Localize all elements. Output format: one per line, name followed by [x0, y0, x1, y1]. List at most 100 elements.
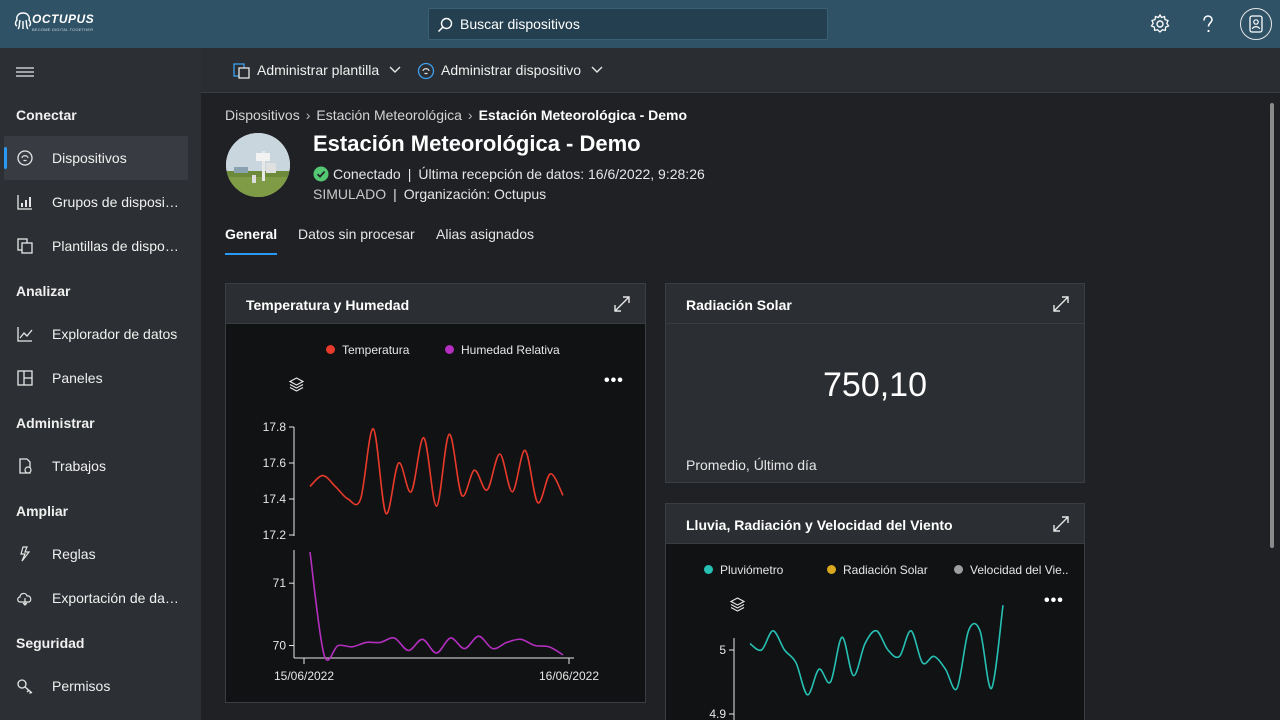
sidebar-item-label: Reglas — [52, 546, 96, 562]
rain-radiation-wind-card: Lluvia, Radiación y Velocidad del Viento… — [665, 503, 1085, 720]
y-tick-label: 4.9 — [709, 707, 726, 720]
rules-icon — [20, 546, 31, 562]
solar-radiation-card: Radiación Solar 750,10 Promedio, Último … — [665, 283, 1085, 483]
device-status-line: Conectado | Última recepción de datos: 16/… — [313, 166, 705, 182]
brand-name: OCTUPUS — [32, 12, 95, 26]
humidity-series-line — [309, 551, 564, 662]
device-mode: SIMULADO — [313, 186, 387, 202]
search-icon — [437, 17, 453, 33]
device-templates-icon — [17, 238, 33, 254]
sidebar-section-ampliar: Ampliar — [16, 503, 69, 519]
y-tick-label: 17.4 — [263, 492, 287, 506]
breadcrumb-item-dispositivos[interactable]: Dispositivos — [225, 107, 300, 123]
sidebar-section-seguridad: Seguridad — [16, 635, 85, 651]
sidebar-item-explorador[interactable]: Explorador de datos — [4, 312, 188, 356]
data-export-icon — [17, 592, 32, 606]
sidebar-item-label: Dispositivos — [52, 150, 127, 166]
solar-radiation-subtitle: Promedio, Último día — [686, 457, 817, 473]
sidebar-item-reglas[interactable]: Reglas — [4, 532, 188, 576]
x-tick-label: 16/06/2022 — [539, 669, 599, 683]
sidebar-item-label: Plantillas de dispositivos — [52, 238, 180, 254]
device-last-data: Última recepción de datos: 16/6/2022, 9:… — [418, 166, 705, 182]
chevron-down-icon — [591, 66, 603, 73]
y-tick-label: 17.2 — [263, 528, 287, 542]
sidebar-section-analizar: Analizar — [16, 283, 71, 299]
search-placeholder: Buscar dispositivos — [460, 16, 580, 32]
template-icon — [233, 63, 250, 79]
manage-template-label: Administrar plantilla — [257, 62, 380, 78]
solar-radiation-value: 750,10 — [823, 366, 927, 404]
y-tick-label: 5 — [719, 643, 726, 657]
dashboards-icon — [17, 370, 33, 386]
octopus-logo-icon — [14, 12, 32, 30]
separator-pipe: | — [393, 186, 397, 202]
help-icon[interactable] — [1196, 12, 1220, 36]
separator-pipe: | — [407, 166, 412, 182]
tab-alias-asignados[interactable]: Alias asignados — [436, 226, 534, 242]
breadcrumb-separator-icon: › — [305, 107, 311, 123]
sidebar-item-label: Exportación de datos — [52, 590, 180, 606]
y-tick-label: 71 — [273, 576, 287, 590]
sidebar-item-exportacion[interactable]: Exportación de datos — [4, 576, 188, 620]
tab-datos-sin-procesar[interactable]: Datos sin procesar — [298, 226, 415, 242]
sidebar-item-plantillas[interactable]: Plantillas de dispositivos — [4, 224, 188, 268]
devices-icon — [17, 150, 33, 166]
brand-tagline: BECOME DIGITAL TOGETHER — [32, 27, 94, 32]
temp-humidity-card: Temperatura y Humedad Temperatura Humeda… — [225, 283, 646, 703]
card-title: Radiación Solar — [686, 297, 792, 313]
brand-logo[interactable]: OCTUPUS BECOME DIGITAL TOGETHER — [14, 10, 94, 38]
device-title: Estación Meteorológica - Demo — [313, 131, 641, 156]
temp-humidity-chart: 17.8 17.6 17.4 17.2 71 70 15/06/2022 16/06/20… — [263, 420, 600, 683]
permissions-icon — [17, 679, 33, 694]
breadcrumb-item-template[interactable]: Estación Meteorológica — [316, 107, 462, 123]
weather-station-photo-icon — [226, 133, 290, 197]
settings-icon[interactable] — [1148, 12, 1172, 36]
sidebar-section-conectar: Conectar — [16, 107, 77, 123]
search-input[interactable]: Buscar dispositivos — [428, 8, 828, 40]
sidebar-item-label: Permisos — [52, 678, 111, 694]
breadcrumb-separator-icon: › — [467, 107, 473, 123]
manage-device-label: Administrar dispositivo — [441, 62, 582, 78]
pluviometro-series-line — [749, 605, 1004, 696]
main-content: Dispositivos › Estación Meteorológica › Esta… — [201, 93, 1280, 720]
user-avatar[interactable] — [1240, 8, 1272, 40]
sidebar-item-paneles[interactable]: Paneles — [4, 356, 188, 400]
temperature-series-line — [309, 427, 564, 515]
y-tick-label: 17.8 — [263, 420, 287, 434]
sidebar-item-permisos[interactable]: Permisos — [4, 664, 188, 708]
sidebar-item-label: Trabajos — [52, 458, 106, 474]
manage-template-button[interactable]: Administrar plantilla — [233, 60, 405, 82]
sidebar-section-administrar: Administrar — [16, 415, 95, 431]
device-organization: Organización: Octupus — [403, 186, 547, 202]
device-status: Conectado — [333, 166, 401, 182]
humidity-axis — [293, 550, 574, 659]
user-avatar-icon — [1249, 15, 1263, 33]
device-meta-line: SIMULADO | Organización: Octupus — [313, 186, 546, 202]
sidebar-item-grupos[interactable]: Grupos de dispositivos — [4, 180, 188, 224]
rain-radiation-wind-chart: 54.9 — [709, 605, 1004, 720]
y-tick-label: 17.6 — [263, 456, 287, 470]
card-header: Radiación Solar — [666, 284, 1084, 324]
sidebar-item-label: Explorador de datos — [52, 326, 178, 342]
hamburger-menu-icon[interactable] — [16, 66, 34, 78]
device-manage-icon — [417, 62, 435, 80]
sidebar-item-trabajos[interactable]: Trabajos — [4, 444, 188, 488]
main-scrollbar[interactable] — [1270, 103, 1274, 548]
manage-device-button[interactable]: Administrar dispositivo — [417, 60, 607, 82]
chevron-down-icon — [389, 66, 401, 73]
sidebar: Conectar Dispositivos Grupos de disposit… — [0, 48, 201, 720]
x-tick-label: 15/06/2022 — [274, 669, 334, 683]
breadcrumb-item-current: Estación Meteorológica - Demo — [478, 107, 688, 123]
expand-icon[interactable] — [1052, 295, 1070, 313]
sidebar-item-label: Grupos de dispositivos — [52, 194, 180, 210]
device-groups-icon — [17, 195, 32, 210]
command-bar: Administrar plantilla Administrar dispos… — [201, 48, 1280, 93]
top-bar: OCTUPUS BECOME DIGITAL TOGETHER Buscar d… — [0, 0, 1280, 48]
sidebar-item-dispositivos[interactable]: Dispositivos — [4, 136, 188, 180]
connected-check-icon — [313, 166, 329, 182]
sidebar-item-label: Paneles — [52, 370, 103, 386]
device-image — [226, 133, 290, 197]
breadcrumb: Dispositivos › Estación Meteorológica › Esta… — [225, 107, 687, 123]
tab-general[interactable]: General — [225, 226, 278, 255]
y-tick-label: 70 — [273, 639, 287, 653]
